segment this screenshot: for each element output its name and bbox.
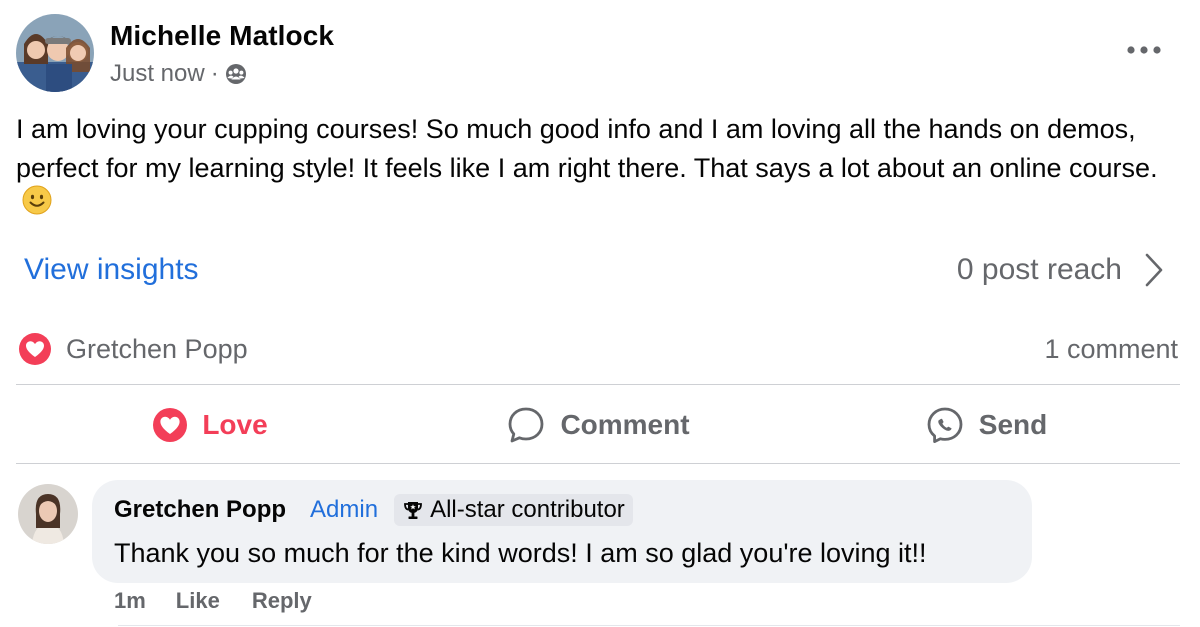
all-star-badge[interactable]: All-star contributor [394, 494, 633, 526]
reactor-name: Gretchen Popp [66, 333, 248, 364]
comment-time[interactable]: 1m [114, 588, 146, 614]
send-label: Send [978, 409, 1048, 440]
smiling-face-icon [22, 185, 52, 226]
comment-text: Thank you so much for the kind words! I … [114, 538, 927, 568]
post-time[interactable]: Just now [110, 60, 205, 88]
all-star-label: All-star contributor [430, 496, 625, 523]
insights-row: View insights 0 post reach [24, 252, 1164, 288]
comment-actions: 1m Like Reply [114, 588, 312, 614]
view-insights-link[interactable]: View insights [24, 253, 199, 287]
commenter-name[interactable]: Gretchen Popp [114, 496, 286, 524]
commenter-avatar[interactable] [18, 484, 78, 544]
comment-like-button[interactable]: Like [176, 588, 220, 614]
post-header: Michelle Matlock Just now · [16, 14, 334, 92]
trophy-icon [404, 502, 422, 519]
more-options-button[interactable] [1124, 38, 1164, 62]
bottom-divider [118, 625, 1180, 626]
comment-label: Comment [560, 409, 690, 440]
author-name[interactable]: Michelle Matlock [110, 18, 334, 54]
reaction-summary: Gretchen Popp 1 comment [18, 332, 1178, 366]
comment-header: Gretchen Popp Admin All-star contributor [114, 494, 1010, 526]
group-icon[interactable] [225, 63, 247, 85]
more-horizontal-icon [1127, 46, 1161, 54]
post-text: I am loving your cupping courses! So muc… [16, 110, 1176, 229]
comment-count[interactable]: 1 comment [1044, 334, 1178, 365]
reactors-button[interactable]: Gretchen Popp [18, 332, 248, 366]
comment-reply-button[interactable]: Reply [252, 588, 312, 614]
meta-separator: · [210, 60, 219, 87]
divider [16, 463, 1180, 464]
author-avatar[interactable] [16, 14, 94, 92]
comment-icon [506, 405, 546, 445]
post-reach-button[interactable]: 0 post reach [957, 252, 1164, 288]
chevron-right-icon [1145, 253, 1163, 287]
love-reaction-icon [19, 333, 51, 365]
admin-badge[interactable]: Admin [310, 496, 378, 524]
love-button[interactable]: Love [16, 390, 404, 460]
post-body-text: I am loving your cupping courses! So muc… [16, 114, 1158, 183]
author-block: Michelle Matlock Just now · [110, 18, 334, 88]
action-bar: Love Comment Send [16, 390, 1180, 460]
divider [16, 384, 1180, 385]
love-icon [152, 407, 188, 443]
comment-button[interactable]: Comment [404, 390, 792, 460]
post-meta: Just now · [110, 60, 334, 88]
love-label: Love [202, 409, 268, 440]
comment-bubble: Gretchen Popp Admin All-star contributor… [92, 480, 1032, 583]
send-button[interactable]: Send [792, 390, 1180, 460]
post-reach-label: 0 post reach [956, 253, 1122, 286]
messenger-icon [925, 405, 965, 445]
